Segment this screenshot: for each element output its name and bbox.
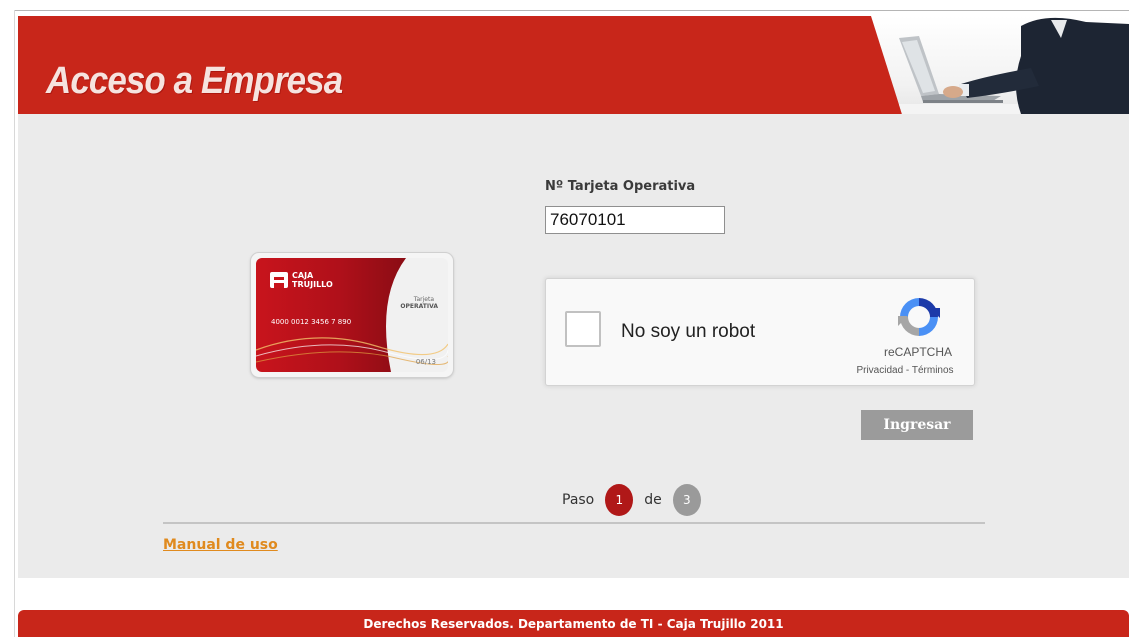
card-graphic (256, 258, 448, 372)
card-type-line2: OPERATIVA (400, 303, 438, 310)
recaptcha-brand: reCAPTCHA (883, 345, 952, 359)
business-person-laptop-image (899, 17, 1129, 114)
header-photo (871, 16, 1129, 114)
page-title: Acceso a Empresa (46, 60, 343, 102)
card-number: 4000 0012 3456 7 890 (271, 318, 352, 326)
card-expiry: 06/13 (415, 358, 436, 366)
card-number-label: Nº Tarjeta Operativa (545, 179, 696, 194)
step-current-badge: 1 (605, 484, 634, 516)
recaptcha-widget: No soy un robot reCAPTCHA Privacidad - T… (545, 278, 975, 386)
step-connector: de (644, 492, 662, 508)
divider (163, 522, 985, 524)
card-number-input[interactable] (545, 206, 725, 234)
recaptcha-link-separator: - (903, 365, 912, 376)
manual-link[interactable]: Manual de uso (163, 537, 278, 553)
footer-text: Derechos Reservados. Departamento de TI … (363, 616, 784, 631)
card-type-line1: Tarjeta (413, 296, 434, 303)
ingresar-button[interactable]: Ingresar (861, 410, 973, 440)
card-brand-line2: TRUJILLO (292, 280, 333, 289)
step-indicator: Paso 1 de 3 (562, 484, 701, 516)
step-total-badge: 3 (672, 484, 701, 516)
recaptcha-checkbox[interactable] (565, 311, 601, 347)
left-border (14, 10, 15, 637)
recaptcha-label: No soy un robot (621, 321, 756, 342)
recaptcha-logo-icon (898, 298, 940, 336)
card-brand-line1: CAJA (292, 271, 314, 280)
recaptcha-privacy-link[interactable]: Privacidad (856, 365, 903, 376)
top-border (14, 10, 1129, 11)
recaptcha-terms-link[interactable]: Términos (912, 365, 954, 376)
step-prefix: Paso (562, 492, 595, 508)
page-header: Acceso a Empresa (18, 16, 1129, 114)
recaptcha-links: Privacidad - Términos (840, 365, 970, 376)
page-footer: Derechos Reservados. Departamento de TI … (18, 610, 1129, 637)
operative-card-image: CAJA TRUJILLO Tarjeta OPERATIVA 4000 001… (251, 253, 453, 377)
